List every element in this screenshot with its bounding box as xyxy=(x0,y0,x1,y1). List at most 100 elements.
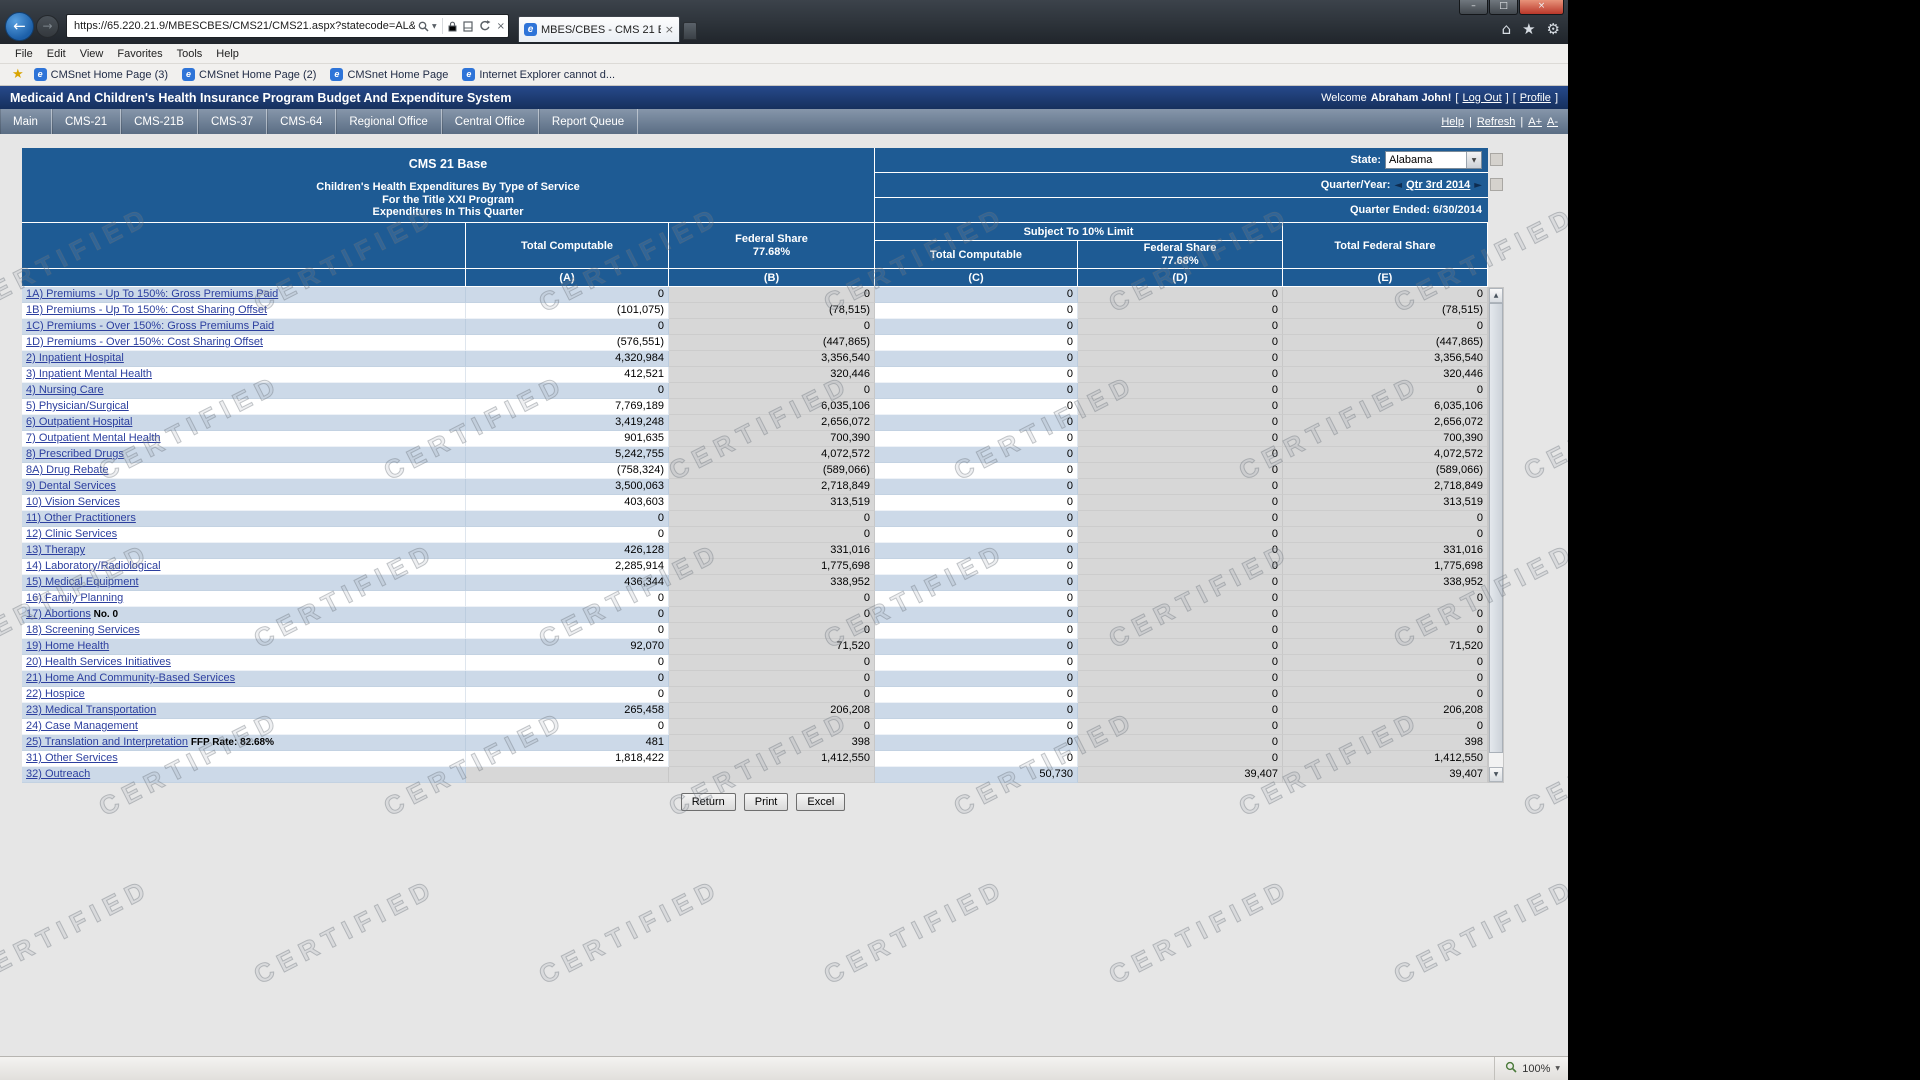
window-controls: – □ × xyxy=(1459,0,1564,15)
nav-item-regional-office[interactable]: Regional Office xyxy=(336,109,441,134)
browser-tab[interactable]: e MBES/CBES - CMS 21 Base × xyxy=(518,16,680,42)
favorites-bar-item[interactable]: eInternet Explorer cannot d... xyxy=(462,68,615,81)
menu-item-favorites[interactable]: Favorites xyxy=(110,48,169,60)
nav-item-report-queue[interactable]: Report Queue xyxy=(539,109,638,134)
menu-item-edit[interactable]: Edit xyxy=(40,48,73,60)
row-label-link[interactable]: 13) Therapy xyxy=(26,544,85,556)
cell-b: 0 xyxy=(669,511,875,527)
address-bar[interactable]: https://65.220.21.9/MBESCBES/CMS21/CMS21… xyxy=(66,14,509,38)
nav-item-central-office[interactable]: Central Office xyxy=(442,109,539,134)
state-label: State: xyxy=(1350,154,1381,166)
cell-c: 0 xyxy=(875,511,1078,527)
row-label-link[interactable]: 11) Other Practitioners xyxy=(26,512,136,524)
table-row: 23) Medical Transportation265,458206,208… xyxy=(22,703,1488,719)
menu-item-tools[interactable]: Tools xyxy=(170,48,210,60)
row-label-link[interactable]: 5) Physician/Surgical xyxy=(26,400,129,412)
row-label-link[interactable]: 17) Abortions xyxy=(26,608,91,620)
forward-button[interactable]: → xyxy=(36,15,59,38)
add-favorite-star-icon[interactable]: ★ xyxy=(8,67,28,82)
favorites-star-icon[interactable]: ★ xyxy=(1522,20,1535,38)
cell-e: 320,446 xyxy=(1283,367,1488,383)
logout-link[interactable]: Log Out xyxy=(1462,92,1501,104)
return-button[interactable]: Return xyxy=(681,793,736,811)
search-icon[interactable] xyxy=(415,21,432,32)
refresh-icon[interactable] xyxy=(476,20,494,32)
minimize-button[interactable]: – xyxy=(1459,0,1488,15)
url-text[interactable]: https://65.220.21.9/MBESCBES/CMS21/CMS21… xyxy=(67,20,415,32)
profile-link[interactable]: Profile xyxy=(1520,92,1551,104)
menu-item-file[interactable]: File xyxy=(8,48,40,60)
cell-b: 2,656,072 xyxy=(669,415,875,431)
table-row: 12) Clinic Services00000 xyxy=(22,527,1488,543)
print-button[interactable]: Print xyxy=(744,793,789,811)
nav-item-main[interactable]: Main xyxy=(0,109,52,134)
scroll-up-icon[interactable]: ▲ xyxy=(1489,288,1503,303)
cell-e: 398 xyxy=(1283,735,1488,751)
quarter-link[interactable]: Qtr 3rd 2014 xyxy=(1406,179,1470,191)
back-button[interactable]: ← xyxy=(5,12,34,41)
row-label-link[interactable]: 10) Vision Services xyxy=(26,496,120,508)
nav-item-cms-21b[interactable]: CMS-21B xyxy=(121,109,198,134)
row-label-link[interactable]: 9) Dental Services xyxy=(26,480,116,492)
row-label-link[interactable]: 16) Family Planning xyxy=(26,592,123,604)
row-label-link[interactable]: 3) Inpatient Mental Health xyxy=(26,368,152,380)
row-label-link[interactable]: 20) Health Services Initiatives xyxy=(26,656,171,668)
row-label-link[interactable]: 24) Case Management xyxy=(26,720,138,732)
close-button[interactable]: × xyxy=(1519,0,1564,15)
maximize-button[interactable]: □ xyxy=(1489,0,1518,15)
nav-item-cms-64[interactable]: CMS-64 xyxy=(267,109,336,134)
certified-watermark: CERTIFIED xyxy=(0,872,156,991)
quarter-label: Quarter/Year: xyxy=(1321,179,1391,191)
row-label-link[interactable]: 2) Inpatient Hospital xyxy=(26,352,124,364)
menu-item-view[interactable]: View xyxy=(73,48,111,60)
font-decrease-link[interactable]: A- xyxy=(1547,116,1558,128)
cell-b: 0 xyxy=(669,607,875,623)
search-dropdown-caret-icon[interactable]: ▼ xyxy=(432,23,440,30)
help-link[interactable]: Help xyxy=(1441,116,1464,128)
favorites-bar-item[interactable]: eCMSnet Home Page (3) xyxy=(34,68,168,81)
row-label-link[interactable]: 8) Prescribed Drugs xyxy=(26,448,124,460)
tools-gear-icon[interactable]: ⚙ xyxy=(1547,20,1560,38)
row-label-link[interactable]: 18) Screening Services xyxy=(26,624,140,636)
zoom-control[interactable]: 100% ▼ xyxy=(1494,1057,1560,1080)
tab-close-icon[interactable]: × xyxy=(665,23,674,36)
nav-item-cms-21[interactable]: CMS-21 xyxy=(52,109,121,134)
font-increase-link[interactable]: A+ xyxy=(1528,116,1542,128)
row-label-link[interactable]: 8A) Drug Rebate xyxy=(26,464,109,476)
home-icon[interactable]: ⌂ xyxy=(1502,20,1512,38)
compatibility-icon[interactable] xyxy=(460,21,476,32)
menu-item-help[interactable]: Help xyxy=(209,48,246,60)
row-label-link[interactable]: 1C) Premiums - Over 150%: Gross Premiums… xyxy=(26,320,274,332)
page-body: CMS 21 Base Children's Health Expenditur… xyxy=(0,134,1568,1056)
row-label-link[interactable]: 23) Medical Transportation xyxy=(26,704,156,716)
scrollbar-thumb[interactable] xyxy=(1489,303,1503,753)
row-label-link[interactable]: 14) Laboratory/Radiological xyxy=(26,560,161,572)
scroll-down-icon[interactable]: ▼ xyxy=(1489,767,1503,782)
quarter-prev-icon[interactable]: ◄ xyxy=(1394,180,1402,191)
row-label-link[interactable]: 32) Outreach xyxy=(26,768,90,780)
favorites-bar-item[interactable]: eCMSnet Home Page xyxy=(330,68,448,81)
new-tab-button[interactable] xyxy=(683,22,697,40)
state-select[interactable]: Alabama ▼ xyxy=(1385,151,1482,169)
row-label-link[interactable]: 6) Outpatient Hospital xyxy=(26,416,132,428)
excel-button[interactable]: Excel xyxy=(796,793,845,811)
row-label-link[interactable]: 12) Clinic Services xyxy=(26,528,117,540)
favorites-bar-item[interactable]: eCMSnet Home Page (2) xyxy=(182,68,316,81)
nav-item-cms-37[interactable]: CMS-37 xyxy=(198,109,267,134)
refresh-link[interactable]: Refresh xyxy=(1477,116,1516,128)
quarter-next-icon[interactable]: ► xyxy=(1474,180,1482,191)
row-label-link[interactable]: 25) Translation and Interpretation xyxy=(26,736,188,748)
stop-icon[interactable]: × xyxy=(494,21,508,32)
row-label-link[interactable]: 7) Outpatient Mental Health xyxy=(26,432,161,444)
nav-separator: | xyxy=(1469,116,1472,128)
row-label-link[interactable]: 1A) Premiums - Up To 150%: Gross Premium… xyxy=(26,288,278,300)
row-label-link[interactable]: 1D) Premiums - Over 150%: Cost Sharing O… xyxy=(26,336,263,348)
row-label-link[interactable]: 22) Hospice xyxy=(26,688,85,700)
row-label-link[interactable]: 15) Medical Equipment xyxy=(26,576,139,588)
row-label-link[interactable]: 31) Other Services xyxy=(26,752,118,764)
cell-a: 0 xyxy=(466,383,669,399)
row-label-link[interactable]: 1B) Premiums - Up To 150%: Cost Sharing … xyxy=(26,304,267,316)
row-label-link[interactable]: 4) Nursing Care xyxy=(26,384,104,396)
row-label-link[interactable]: 21) Home And Community-Based Services xyxy=(26,672,235,684)
row-label-link[interactable]: 19) Home Health xyxy=(26,640,109,652)
